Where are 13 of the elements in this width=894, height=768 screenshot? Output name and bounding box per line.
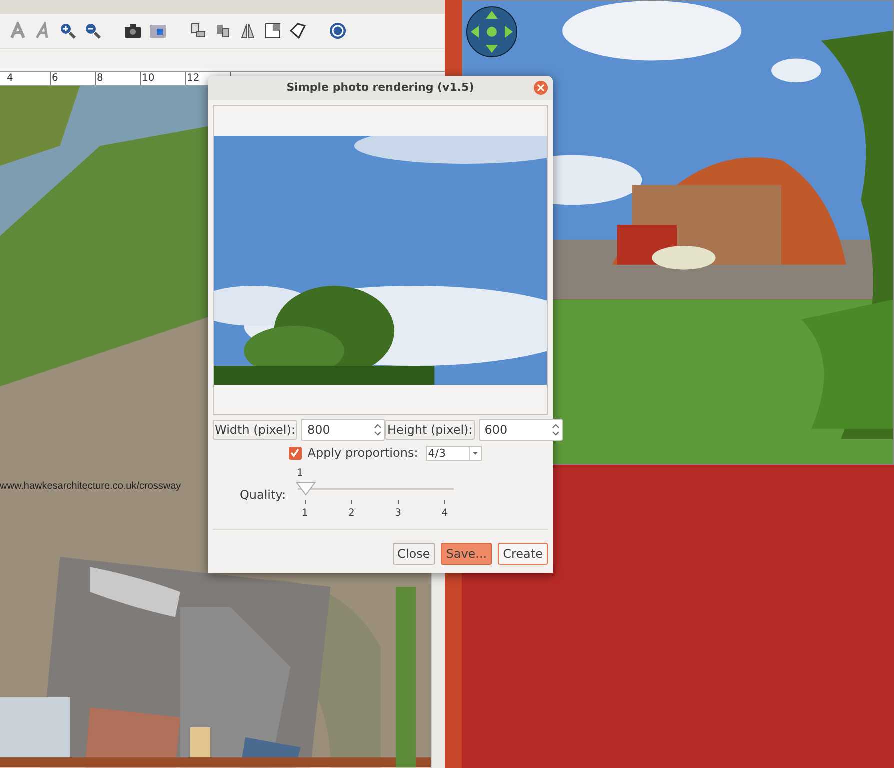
ruler-label: 6 (52, 74, 58, 84)
help-icon[interactable] (329, 22, 347, 40)
zoom-in-icon[interactable] (59, 22, 77, 40)
tick-label: 4 (442, 507, 448, 521)
camera-icon[interactable] (124, 22, 142, 40)
ruler-label: 10 (142, 74, 155, 84)
zoom-out-icon[interactable] (84, 22, 102, 40)
ruler-label: 8 (97, 74, 104, 84)
ruler-label: 12 (187, 74, 200, 84)
ruler-label: 4 (7, 74, 14, 84)
create-button[interactable]: Create (498, 543, 548, 565)
save-button[interactable]: Save... (441, 543, 492, 565)
flip-icon[interactable] (239, 22, 257, 40)
